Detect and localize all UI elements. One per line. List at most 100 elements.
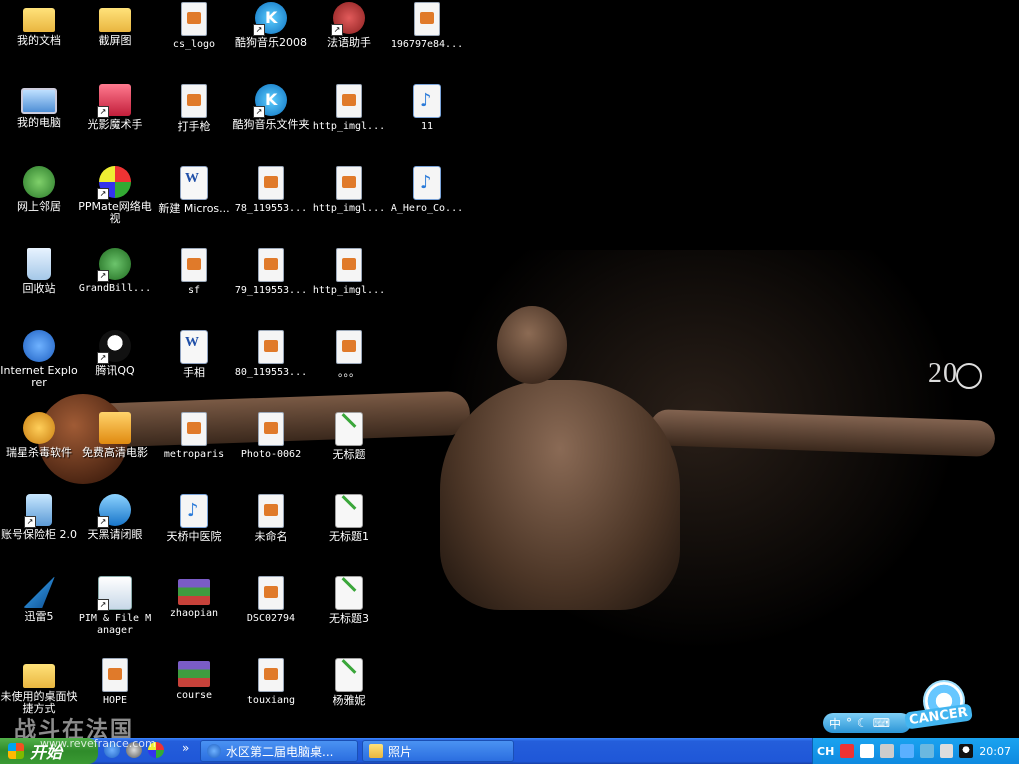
- image-file-icon: [258, 330, 284, 364]
- shortcut-arrow-icon: ↗: [97, 188, 109, 200]
- desktop-icon-rising-antivirus[interactable]: 瑞星杀毒软件: [0, 412, 78, 459]
- desktop-icon-werewolf-game[interactable]: ↗ 天黑请闭眼: [76, 494, 154, 541]
- language-indicator[interactable]: CH: [817, 745, 834, 758]
- desktop-icon-my-computer[interactable]: 我的电脑: [0, 84, 78, 129]
- desktop-icon-untitled-3[interactable]: 无标题3: [310, 576, 388, 625]
- desktop-icon-tianqiao-hospital[interactable]: 天桥中医院: [155, 494, 233, 543]
- cancer-zodiac-widget[interactable]: CANCER: [904, 680, 985, 734]
- mp3-file-icon: [180, 494, 208, 528]
- desktop-icon-a-hero-co[interactable]: A_Hero_Co...: [388, 166, 466, 215]
- desktop-icon-label: HOPE: [102, 695, 128, 706]
- desktop-icon-http-imgl-1[interactable]: http_imgl...: [310, 84, 388, 133]
- desktop[interactable]: 20 我的文档 我的电脑 网上邻居 回收站 Internet Explorer …: [0, 0, 1019, 738]
- clock[interactable]: 20:07: [979, 745, 1011, 758]
- safe-icon: ↗: [24, 494, 52, 528]
- desktop-icon-internet-explorer[interactable]: Internet Explorer: [0, 330, 78, 389]
- shortcut-arrow-icon: ↗: [331, 24, 343, 36]
- desktop-icon-dashouqiang[interactable]: 打手枪: [155, 84, 233, 133]
- taskbar-task-photos[interactable]: 照片: [362, 740, 514, 762]
- desktop-icon-recycle-bin[interactable]: 回收站: [0, 248, 78, 295]
- ime-keyboard-icon[interactable]: ⌨: [873, 716, 890, 730]
- sogou-input-icon[interactable]: [840, 744, 855, 758]
- desktop-icon-touxiang[interactable]: touxiang: [232, 658, 310, 707]
- qq-tray-icon[interactable]: [959, 744, 974, 758]
- desktop-icon-xunlei[interactable]: 迅雷5: [0, 576, 78, 623]
- ime-options-icon[interactable]: [880, 744, 894, 758]
- desktop-icon-kugou-2008[interactable]: ↗ 酷狗音乐2008: [232, 2, 310, 49]
- desktop-icon-hope[interactable]: HOPE: [76, 658, 154, 707]
- quick-launch-chevron-icon[interactable]: »: [182, 741, 189, 755]
- desktop-icon-dsc02794[interactable]: DSC02794: [232, 576, 310, 625]
- winrar-archive-icon: [178, 661, 210, 687]
- image-file-icon: [181, 2, 207, 36]
- watermark-url: www.revefrance.com: [40, 737, 156, 750]
- desktop-icon-untitled-1[interactable]: 无标题1: [310, 494, 388, 543]
- desktop-icon-label: http_imgl...: [312, 203, 386, 214]
- desktop-icon-196797e84[interactable]: 196797e84...: [388, 2, 466, 51]
- ime-language-bar[interactable]: 中 ° ☾ ⌨: [823, 713, 911, 733]
- desktop-icon-course[interactable]: course: [155, 658, 233, 702]
- desktop-icon-free-hd-movies[interactable]: 免费高清电影: [76, 412, 154, 459]
- qq-penguin-icon: ↗: [97, 330, 131, 364]
- desktop-icon-11[interactable]: 11: [388, 84, 466, 133]
- desktop-icon-label: 迅雷5: [24, 610, 54, 623]
- desktop-icon-screenshots[interactable]: 截屏图: [76, 2, 154, 47]
- shortcut-arrow-icon: ↗: [97, 106, 109, 118]
- desktop-icon-palm-reading[interactable]: 手相: [155, 330, 233, 379]
- desktop-icon-label: 网上邻居: [17, 200, 61, 213]
- desktop-icon-network[interactable]: 网上邻居: [0, 166, 78, 213]
- desktop-icon-http-imgl-3[interactable]: http_imgl...: [310, 248, 388, 297]
- desktop-icon-grandbill[interactable]: ↗ GrandBill...: [76, 248, 154, 295]
- ie-icon: [23, 330, 55, 362]
- desktop-icon-http-imgl-2[interactable]: http_imgl...: [310, 166, 388, 215]
- ime-chinese-label[interactable]: 中: [829, 715, 841, 732]
- desktop-icon-my-documents[interactable]: 我的文档: [0, 2, 78, 47]
- desktop-icon-79-119553[interactable]: 79_119553...: [232, 248, 310, 297]
- desktop-icon-neoimaging[interactable]: ↗ 光影魔术手: [76, 84, 154, 131]
- desktop-icon-label: 79_119553...: [234, 285, 308, 296]
- watermark: 战斗在法国: [14, 718, 135, 738]
- desktop-icon-new-word-doc[interactable]: 新建 Micros...: [155, 166, 233, 215]
- desktop-icon-metroparis[interactable]: metroparis: [155, 412, 233, 461]
- image-file-icon: [258, 248, 284, 282]
- desktop-icon-zhaopian[interactable]: zhaopian: [155, 576, 233, 620]
- desktop-icon-french-helper[interactable]: ↗ 法语助手: [310, 2, 388, 49]
- ime-punctuation-icon[interactable]: °: [846, 716, 852, 730]
- desktop-icon-label: 80_119553...: [234, 367, 308, 378]
- volume-icon[interactable]: [939, 744, 954, 758]
- image-file-icon: [181, 412, 207, 446]
- desktop-icon-yang-yani[interactable]: 杨雅妮: [310, 658, 388, 707]
- desktop-icon-kugou-folder[interactable]: ↗ 酷狗音乐文件夹: [232, 84, 310, 131]
- xunlei-icon: [23, 576, 55, 608]
- desktop-icon-80-119553[interactable]: 80_119553...: [232, 330, 310, 379]
- wallpaper-head: [497, 306, 567, 384]
- desktop-icon-78-119553[interactable]: 78_119553...: [232, 166, 310, 215]
- desktop-icon-ppmate[interactable]: ↗ PPMate网络电视: [76, 166, 154, 225]
- desktop-icon-cs-logo[interactable]: cs_logo: [155, 2, 233, 51]
- shortcut-arrow-icon: ↗: [97, 352, 109, 364]
- desktop-icon-label: http_imgl...: [312, 121, 386, 132]
- paint-image-icon: [335, 494, 363, 528]
- desktop-icon-unused-shortcuts[interactable]: 未使用的桌面快捷方式: [0, 658, 78, 715]
- desktop-icon-untitled[interactable]: 无标题: [310, 412, 388, 461]
- movie-player-icon: [99, 412, 131, 444]
- desktop-icon-label: 法语助手: [327, 36, 371, 49]
- desktop-icon-label: Photo-0062: [240, 449, 302, 460]
- desktop-icon-label: 未命名: [254, 530, 288, 543]
- desktop-icon-qq[interactable]: ↗ 腾讯QQ: [76, 330, 154, 377]
- desktop-icon-photo-0062[interactable]: Photo-0062: [232, 412, 310, 461]
- help-icon[interactable]: [860, 744, 874, 758]
- desktop-icon-untitled-named[interactable]: 未命名: [232, 494, 310, 543]
- desktop-icon-label: 。。。: [338, 366, 360, 379]
- desktop-icon-sf[interactable]: sf: [155, 248, 233, 297]
- taskbar-task-browser[interactable]: 水区第二届电脑桌...: [200, 740, 358, 762]
- game-icon: ↗: [97, 494, 131, 528]
- image-file-icon: [336, 84, 362, 118]
- show-hidden-icons-chevron-icon[interactable]: [899, 744, 914, 758]
- ime-moon-icon[interactable]: ☾: [857, 716, 868, 730]
- network-connection-icon[interactable]: [919, 744, 934, 758]
- desktop-icon-label: 酷狗音乐2008: [235, 36, 307, 49]
- desktop-icon-account-safe[interactable]: ↗ 账号保险柜 2.0: [0, 494, 78, 541]
- desktop-icon-dots[interactable]: 。。。: [310, 330, 388, 379]
- desktop-icon-pim-file-manager[interactable]: ↗ PIM & File Manager: [76, 576, 154, 637]
